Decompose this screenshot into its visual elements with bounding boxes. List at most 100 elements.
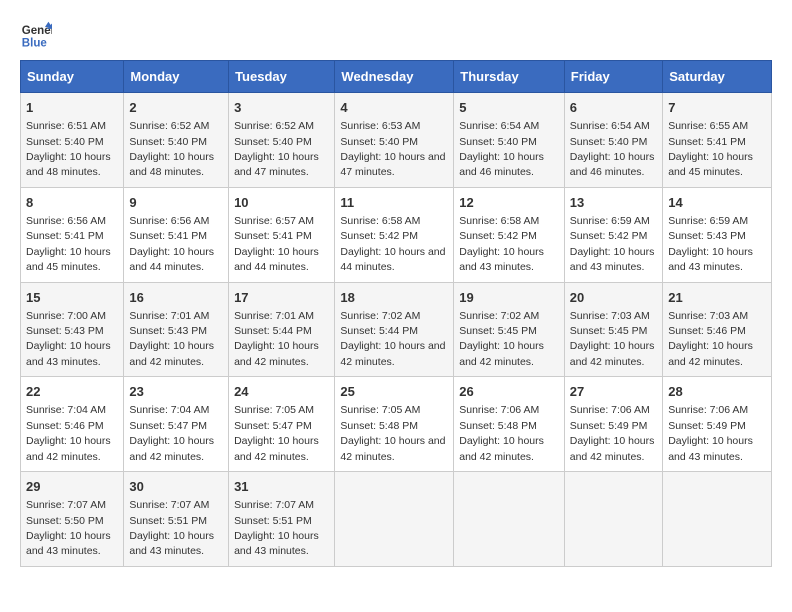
day-number: 21 (668, 289, 766, 307)
calendar-cell: 7 Sunrise: 6:55 AMSunset: 5:41 PMDaylight… (663, 93, 772, 188)
cell-info: Sunrise: 6:54 AMSunset: 5:40 PMDaylight:… (570, 120, 655, 178)
calendar-cell: 27Sunrise: 7:06 AMSunset: 5:49 PMDayligh… (564, 377, 662, 472)
calendar-cell: 1 Sunrise: 6:51 AMSunset: 5:40 PMDaylight… (21, 93, 124, 188)
week-row-4: 22 Sunrise: 7:04 AMSunset: 5:46 PMDayligh… (21, 377, 772, 472)
calendar-cell: 17 Sunrise: 7:01 AMSunset: 5:44 PMDayligh… (229, 282, 335, 377)
day-number: 7 (668, 99, 766, 117)
day-number: 18 (340, 289, 448, 307)
day-number: 4 (340, 99, 448, 117)
cell-info: Sunrise: 6:58 AMSunset: 5:42 PMDaylight:… (459, 215, 544, 273)
day-number: 13 (570, 194, 657, 212)
day-number: 17 (234, 289, 329, 307)
day-number: 1 (26, 99, 118, 117)
day-number: 25 (340, 383, 448, 401)
calendar-cell: 8Sunrise: 6:56 AMSunset: 5:41 PMDaylight… (21, 187, 124, 282)
day-number: 10 (234, 194, 329, 212)
cell-info: Sunrise: 7:06 AMSunset: 5:49 PMDaylight:… (570, 404, 655, 462)
header-saturday: Saturday (663, 61, 772, 93)
day-number: 2 (129, 99, 223, 117)
cell-info: Sunrise: 7:02 AMSunset: 5:45 PMDaylight:… (459, 310, 544, 368)
day-number: 20 (570, 289, 657, 307)
calendar-cell (564, 472, 662, 567)
cell-info: Sunrise: 7:01 AMSunset: 5:43 PMDaylight:… (129, 310, 214, 368)
cell-info: Sunrise: 7:04 AMSunset: 5:46 PMDaylight:… (26, 404, 111, 462)
calendar-cell: 12Sunrise: 6:58 AMSunset: 5:42 PMDayligh… (454, 187, 565, 282)
cell-info: Sunrise: 6:56 AMSunset: 5:41 PMDaylight:… (26, 215, 111, 273)
day-number: 22 (26, 383, 118, 401)
day-number: 15 (26, 289, 118, 307)
calendar-cell: 2Sunrise: 6:52 AMSunset: 5:40 PMDaylight… (124, 93, 229, 188)
calendar-cell: 25 Sunrise: 7:05 AMSunset: 5:48 PMDayligh… (335, 377, 454, 472)
calendar-cell: 10 Sunrise: 6:57 AMSunset: 5:41 PMDayligh… (229, 187, 335, 282)
cell-info: Sunrise: 7:07 AMSunset: 5:50 PMDaylight:… (26, 499, 111, 557)
cell-info: Sunrise: 6:59 AMSunset: 5:43 PMDaylight:… (668, 215, 753, 273)
day-number: 30 (129, 478, 223, 496)
calendar-cell: 20 Sunrise: 7:03 AMSunset: 5:45 PMDayligh… (564, 282, 662, 377)
day-number: 29 (26, 478, 118, 496)
header-tuesday: Tuesday (229, 61, 335, 93)
logo: General Blue (20, 20, 56, 52)
calendar-cell: 4 Sunrise: 6:53 AMSunset: 5:40 PMDaylight… (335, 93, 454, 188)
logo-icon: General Blue (20, 20, 52, 52)
cell-info: Sunrise: 7:06 AMSunset: 5:48 PMDaylight:… (459, 404, 544, 462)
calendar-cell: 6 Sunrise: 6:54 AMSunset: 5:40 PMDaylight… (564, 93, 662, 188)
cell-info: Sunrise: 6:57 AMSunset: 5:41 PMDaylight:… (234, 215, 319, 273)
cell-info: Sunrise: 7:03 AMSunset: 5:45 PMDaylight:… (570, 310, 655, 368)
calendar-cell: 9 Sunrise: 6:56 AMSunset: 5:41 PMDaylight… (124, 187, 229, 282)
calendar-cell (454, 472, 565, 567)
calendar-cell (663, 472, 772, 567)
calendar-cell: 28 Sunrise: 7:06 AMSunset: 5:49 PMDayligh… (663, 377, 772, 472)
cell-info: Sunrise: 7:05 AMSunset: 5:48 PMDaylight:… (340, 404, 445, 462)
header-monday: Monday (124, 61, 229, 93)
week-row-3: 15 Sunrise: 7:00 AMSunset: 5:43 PMDayligh… (21, 282, 772, 377)
calendar-cell: 23 Sunrise: 7:04 AMSunset: 5:47 PMDayligh… (124, 377, 229, 472)
cell-info: Sunrise: 6:54 AMSunset: 5:40 PMDaylight:… (459, 120, 544, 178)
cell-info: Sunrise: 7:07 AMSunset: 5:51 PMDaylight:… (234, 499, 319, 557)
day-number: 3 (234, 99, 329, 117)
day-number: 26 (459, 383, 559, 401)
day-number: 6 (570, 99, 657, 117)
calendar-cell: 30 Sunrise: 7:07 AMSunset: 5:51 PMDayligh… (124, 472, 229, 567)
cell-info: Sunrise: 7:00 AMSunset: 5:43 PMDaylight:… (26, 310, 111, 368)
header-wednesday: Wednesday (335, 61, 454, 93)
page-header: General Blue (20, 20, 772, 52)
calendar-cell: 29 Sunrise: 7:07 AMSunset: 5:50 PMDayligh… (21, 472, 124, 567)
svg-text:Blue: Blue (22, 38, 48, 50)
day-number: 23 (129, 383, 223, 401)
cell-info: Sunrise: 6:52 AMSunset: 5:40 PMDaylight:… (234, 120, 319, 178)
cell-info: Sunrise: 7:02 AMSunset: 5:44 PMDaylight:… (340, 310, 445, 368)
cell-info: Sunrise: 6:56 AMSunset: 5:41 PMDaylight:… (129, 215, 214, 273)
calendar-cell: 22 Sunrise: 7:04 AMSunset: 5:46 PMDayligh… (21, 377, 124, 472)
cell-info: Sunrise: 7:03 AMSunset: 5:46 PMDaylight:… (668, 310, 753, 368)
calendar-cell: 14Sunrise: 6:59 AMSunset: 5:43 PMDayligh… (663, 187, 772, 282)
day-number: 5 (459, 99, 559, 117)
header-thursday: Thursday (454, 61, 565, 93)
calendar-cell: 19Sunrise: 7:02 AMSunset: 5:45 PMDayligh… (454, 282, 565, 377)
calendar-cell (335, 472, 454, 567)
calendar-cell: 31 Sunrise: 7:07 AMSunset: 5:51 PMDayligh… (229, 472, 335, 567)
cell-info: Sunrise: 7:01 AMSunset: 5:44 PMDaylight:… (234, 310, 319, 368)
header-sunday: Sunday (21, 61, 124, 93)
calendar-body: 1 Sunrise: 6:51 AMSunset: 5:40 PMDaylight… (21, 93, 772, 567)
header-friday: Friday (564, 61, 662, 93)
calendar-cell: 16 Sunrise: 7:01 AMSunset: 5:43 PMDayligh… (124, 282, 229, 377)
cell-info: Sunrise: 6:59 AMSunset: 5:42 PMDaylight:… (570, 215, 655, 273)
calendar-cell: 5 Sunrise: 6:54 AMSunset: 5:40 PMDaylight… (454, 93, 565, 188)
cell-info: Sunrise: 6:53 AMSunset: 5:40 PMDaylight:… (340, 120, 445, 178)
calendar-cell: 18 Sunrise: 7:02 AMSunset: 5:44 PMDayligh… (335, 282, 454, 377)
cell-info: Sunrise: 6:55 AMSunset: 5:41 PMDaylight:… (668, 120, 753, 178)
week-row-2: 8Sunrise: 6:56 AMSunset: 5:41 PMDaylight… (21, 187, 772, 282)
cell-info: Sunrise: 7:07 AMSunset: 5:51 PMDaylight:… (129, 499, 214, 557)
cell-info: Sunrise: 6:51 AMSunset: 5:40 PMDaylight:… (26, 120, 111, 178)
calendar-cell: 3 Sunrise: 6:52 AMSunset: 5:40 PMDaylight… (229, 93, 335, 188)
cell-info: Sunrise: 7:04 AMSunset: 5:47 PMDaylight:… (129, 404, 214, 462)
day-number: 16 (129, 289, 223, 307)
calendar-cell: 13 Sunrise: 6:59 AMSunset: 5:42 PMDayligh… (564, 187, 662, 282)
cell-info: Sunrise: 7:06 AMSunset: 5:49 PMDaylight:… (668, 404, 753, 462)
cell-info: Sunrise: 7:05 AMSunset: 5:47 PMDaylight:… (234, 404, 319, 462)
calendar-cell: 11Sunrise: 6:58 AMSunset: 5:42 PMDayligh… (335, 187, 454, 282)
day-number: 28 (668, 383, 766, 401)
day-number: 31 (234, 478, 329, 496)
day-number: 9 (129, 194, 223, 212)
calendar-cell: 26 Sunrise: 7:06 AMSunset: 5:48 PMDayligh… (454, 377, 565, 472)
